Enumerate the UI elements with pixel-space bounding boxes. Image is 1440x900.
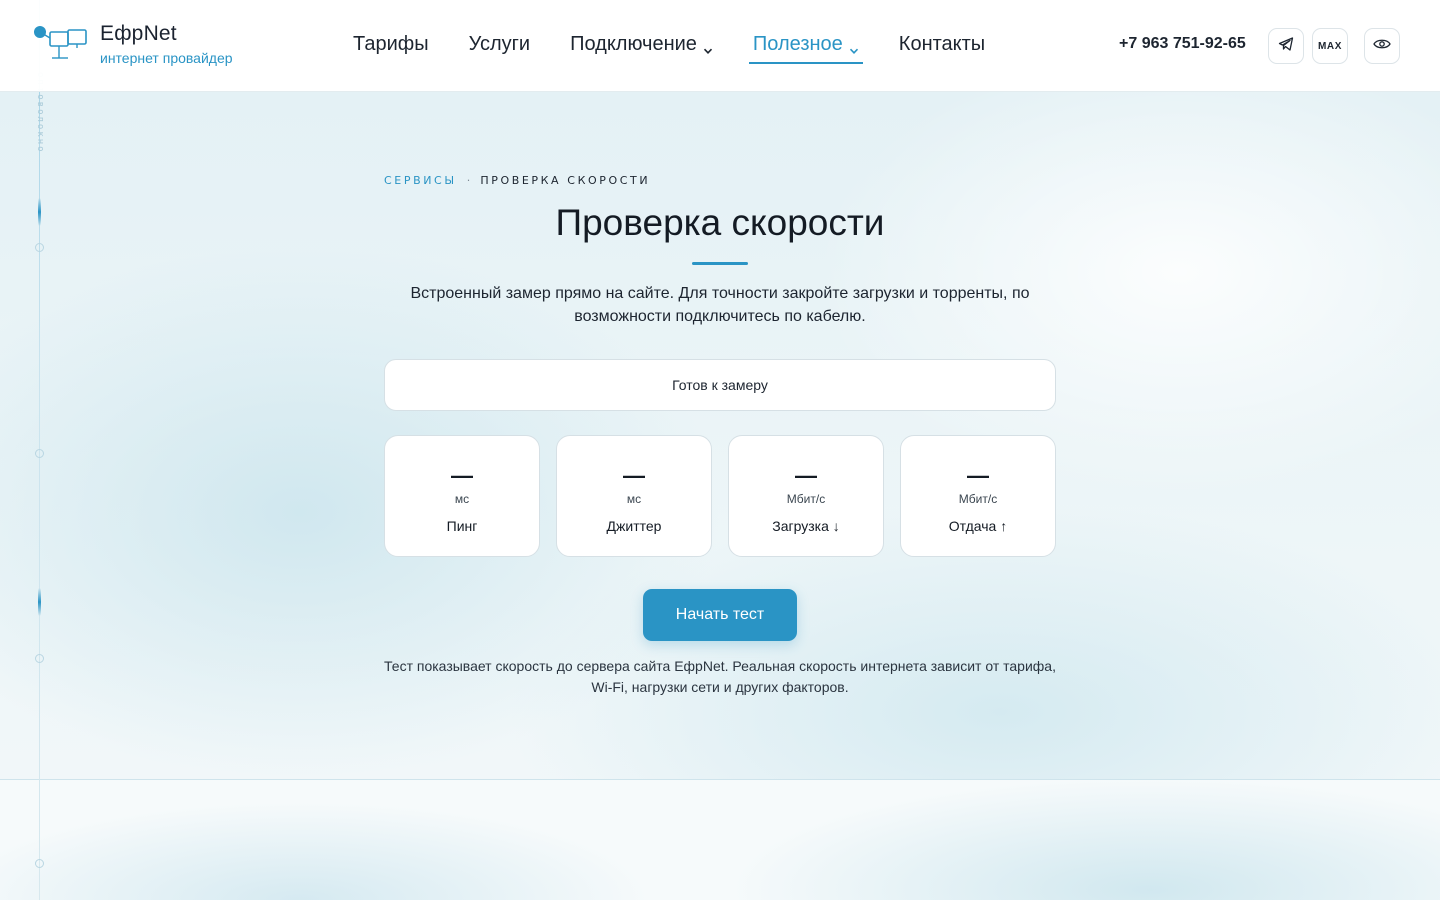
metric-unit: мс	[454, 492, 470, 506]
nav-connection[interactable]: Подключение	[570, 30, 713, 58]
metric-unit: мс	[626, 492, 642, 506]
breadcrumb-services-link[interactable]: СЕРВИСЫ	[384, 174, 457, 187]
metric-card-jitter: — мс Джиттер	[556, 435, 712, 557]
disclaimer-text: Тест показывает скорость до сервера сайт…	[384, 658, 1056, 695]
breadcrumb-separator: ·	[466, 174, 471, 187]
title-underline	[692, 262, 748, 265]
metric-label: Отдача ↑	[948, 518, 1008, 534]
nav-contacts[interactable]: Контакты	[899, 30, 985, 58]
intro-text: Встроенный замер прямо на сайте. Для точ…	[410, 285, 1030, 325]
eye-icon	[1373, 37, 1391, 55]
metric-value: —	[623, 463, 645, 488]
nav-label: Контакты	[898, 32, 986, 55]
nav-label: Услуги	[468, 32, 531, 55]
metric-card-upload: — Мбит/с Отдача ↑	[900, 435, 1056, 557]
phone-link[interactable]: +7 963 751-92-65	[1119, 35, 1246, 53]
fiber-node	[35, 654, 44, 663]
chevron-down-icon	[849, 39, 859, 54]
max-messenger-button[interactable]: MAX	[1312, 28, 1348, 64]
nav-useful[interactable]: Полезное	[748, 30, 863, 64]
metric-value: —	[451, 463, 473, 488]
nav-label: Полезное	[752, 32, 843, 55]
metric-unit: Мбит/с	[958, 492, 998, 506]
page-title: Проверка скорости	[555, 202, 885, 243]
breadcrumb: СЕРВИСЫ · ПРОВЕРКА СКОРОСТИ	[384, 174, 650, 187]
brand-name: ЕфрNet	[100, 22, 177, 45]
telegram-icon	[1278, 36, 1294, 57]
site-header: ЕфрNet интернет провайдер Тарифы Услуги …	[0, 0, 1440, 92]
accessibility-button[interactable]	[1364, 28, 1400, 64]
logo[interactable]: ЕфрNet интернет провайдер	[28, 20, 233, 66]
start-test-button[interactable]: Начать тест	[643, 589, 797, 641]
nav-tariffs[interactable]: Тарифы	[353, 30, 429, 58]
metric-label: Загрузка ↓	[772, 518, 840, 534]
metric-label: Джиттер	[606, 518, 662, 534]
nav-services[interactable]: Услуги	[469, 30, 531, 58]
fiber-node	[35, 449, 44, 458]
metric-unit: Мбит/с	[786, 492, 826, 506]
chevron-down-icon	[703, 39, 713, 54]
fiber-node	[35, 859, 44, 868]
metric-value: —	[795, 463, 817, 488]
metric-card-ping: — мс Пинг	[384, 435, 540, 557]
test-status: Готов к замеру	[384, 359, 1056, 411]
metric-value: —	[967, 463, 989, 488]
breadcrumb-current: ПРОВЕРКА СКОРОСТИ	[480, 174, 651, 187]
nav-label: Тарифы	[353, 32, 429, 55]
network-logo-icon	[28, 20, 92, 64]
brand-tagline: интернет провайдер	[100, 50, 233, 66]
metric-card-download: — Мбит/с Загрузка ↓	[728, 435, 884, 557]
fiber-pulse	[38, 588, 41, 616]
max-label: MAX	[1317, 40, 1343, 52]
telegram-button[interactable]	[1268, 28, 1304, 64]
metric-label: Пинг	[446, 518, 478, 534]
footer-band	[0, 779, 1440, 900]
metrics-grid: — мс Пинг — мс Джиттер — Мбит/с Загрузка…	[384, 435, 1056, 557]
nav-label: Подключение	[570, 32, 697, 55]
fiber-node	[35, 243, 44, 252]
main-nav: Тарифы Услуги Подключение Полезное Конта…	[353, 30, 1025, 64]
